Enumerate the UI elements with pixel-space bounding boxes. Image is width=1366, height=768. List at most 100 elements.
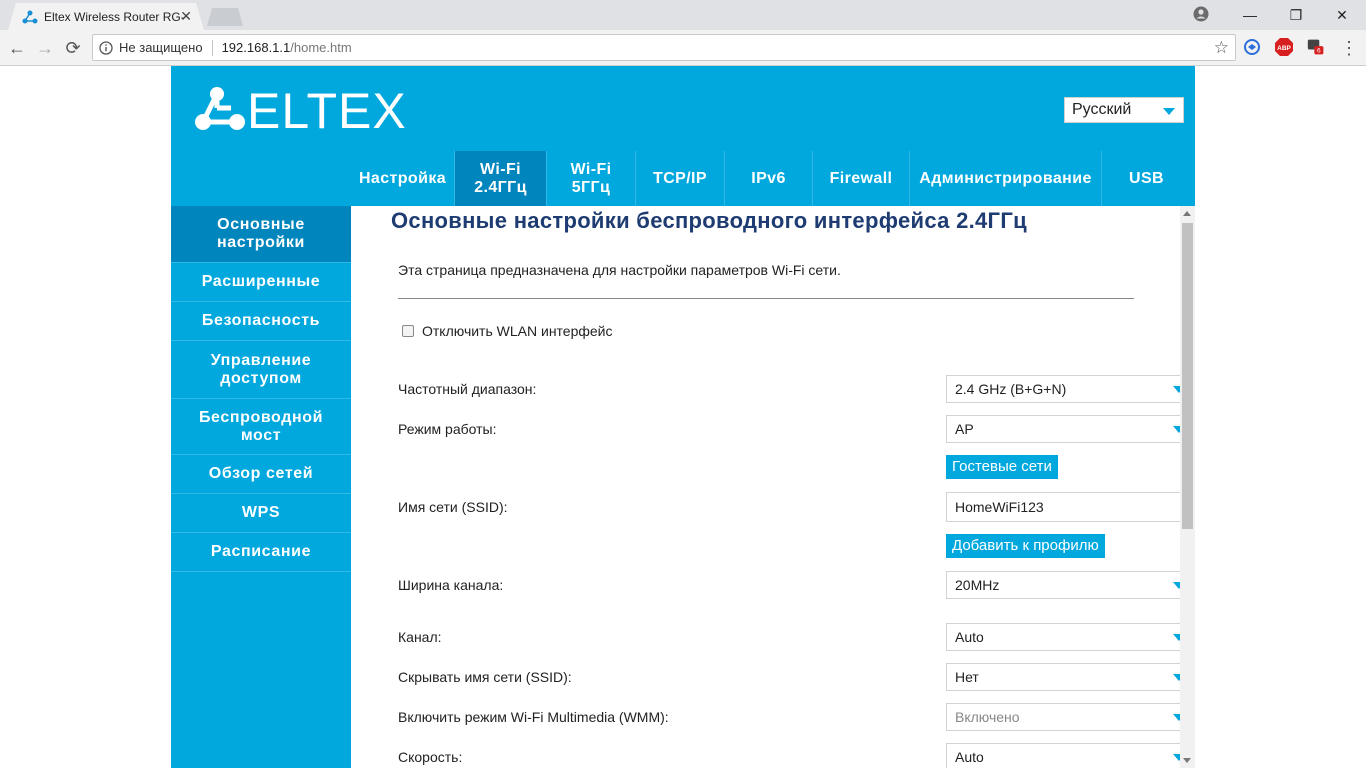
scroll-up-icon[interactable] (1183, 211, 1191, 216)
sidebar-item-wireless-bridge[interactable]: Беспроводной мост (171, 399, 351, 455)
top-navigation: Настройка Wi-Fi 2.4ГГц Wi-Fi 5ГГц TCP/IP… (351, 151, 1191, 206)
channel-width-value: 20MHz (955, 577, 1000, 593)
ssid-label: Имя сети (SSID): (398, 499, 508, 515)
browser-titlebar: Eltex Wireless Router RG- ✕ — ❐ ✕ (0, 0, 1366, 30)
ssid-input[interactable]: HomeWiFi123 (946, 492, 1180, 522)
mode-label: Режим работы: (398, 421, 497, 437)
tab-wifi-24[interactable]: Wi-Fi 2.4ГГц (455, 151, 547, 206)
tab-close-icon[interactable]: ✕ (180, 8, 192, 25)
language-select[interactable]: Русский (1064, 97, 1184, 123)
browser-tab[interactable]: Eltex Wireless Router RG- ✕ (8, 3, 204, 30)
new-tab-button[interactable] (207, 8, 243, 26)
sidebar-item-security[interactable]: Безопасность (171, 302, 351, 341)
sidebar-item-label: WPS (241, 504, 281, 521)
sidebar-item-label: Беспроводной мост (198, 408, 324, 444)
disable-wlan-label: Отключить WLAN интерфейс (422, 323, 613, 339)
extension-sync-icon[interactable] (1243, 38, 1261, 56)
logo-text: ELTEX (247, 84, 407, 136)
url-path: /home.htm (290, 40, 352, 55)
tab-nastroika[interactable]: Настройка (351, 151, 455, 206)
scrollbar-thumb[interactable] (1182, 223, 1193, 529)
mode-value: AP (955, 421, 974, 437)
tab-label: Wi-Fi 2.4ГГц (474, 160, 527, 196)
divider (398, 298, 1134, 299)
freq-band-value: 2.4 GHz (B+G+N) (955, 381, 1067, 397)
sidebar-item-basic[interactable]: Основные настройки (171, 206, 351, 263)
tab-label: USB (1129, 169, 1164, 187)
main-content: Основные настройки беспроводного интерфе… (351, 206, 1180, 768)
speed-select[interactable]: Auto (946, 743, 1180, 768)
language-value: Русский (1072, 101, 1132, 118)
tab-usb[interactable]: USB (1102, 151, 1191, 206)
chevron-down-icon (1173, 674, 1180, 681)
hide-ssid-value: Нет (955, 669, 979, 685)
disable-wlan-checkbox[interactable] (402, 325, 414, 337)
sidebar-item-schedule[interactable]: Расписание (171, 533, 351, 572)
tab-administration[interactable]: Администрирование (910, 151, 1102, 206)
page-title: Основные настройки беспроводного интерфе… (391, 208, 1027, 233)
content-scrollbar[interactable] (1180, 206, 1195, 768)
wmm-label: Включить режим Wi-Fi Multimedia (WMM): (398, 709, 669, 725)
address-bar[interactable]: Не защищено 192.168.1.1/home.htm ☆ (92, 34, 1236, 61)
extension-badge-icon[interactable]: 6 (1307, 38, 1325, 56)
tab-label: Администрирование (919, 169, 1092, 187)
url-host: 192.168.1.1 (221, 40, 291, 55)
page-header: ELTEX Русский Настройка Wi-Fi 2.4ГГц Wi-… (171, 66, 1195, 206)
omnibox-separator (211, 39, 213, 56)
sidebar-item-label: Расписание (210, 543, 312, 560)
freq-band-select[interactable]: 2.4 GHz (B+G+N) (946, 375, 1180, 403)
wmm-select[interactable]: Включено (946, 703, 1180, 731)
chevron-down-icon (1163, 108, 1175, 115)
channel-select[interactable]: Auto (946, 623, 1180, 651)
sidebar: Основные настройки Расширенные Безопасно… (171, 206, 351, 768)
info-icon[interactable] (99, 40, 113, 55)
sidebar-item-label: Основные настройки (217, 216, 305, 251)
sidebar-item-label: Обзор сетей (208, 465, 314, 482)
profile-icon[interactable] (1193, 6, 1209, 22)
wmm-value: Включено (955, 709, 1020, 725)
speed-label: Скорость: (398, 749, 463, 765)
eltex-favicon-icon (22, 9, 38, 25)
channel-value: Auto (955, 629, 984, 645)
hide-ssid-select[interactable]: Нет (946, 663, 1180, 691)
channel-width-label: Ширина канала: (398, 577, 504, 593)
browser-toolbar: ← → ⟳ Не защищено 192.168.1.1/home.htm ☆… (0, 30, 1366, 66)
channel-width-select[interactable]: 20MHz (946, 571, 1180, 599)
sidebar-item-advanced[interactable]: Расширенные (171, 263, 351, 302)
adblock-icon[interactable]: ABP (1275, 38, 1293, 56)
tab-firewall[interactable]: Firewall (813, 151, 910, 206)
chevron-down-icon (1173, 426, 1180, 433)
close-window-button[interactable]: ✕ (1320, 0, 1364, 30)
eltex-logo-icon: ELTEX (195, 83, 407, 139)
router-page: ELTEX Русский Настройка Wi-Fi 2.4ГГц Wi-… (171, 66, 1195, 768)
browser-menu-icon[interactable]: ⋮ (1338, 37, 1360, 59)
guest-networks-button[interactable]: Гостевые сети (946, 455, 1058, 479)
sidebar-item-label: Расширенные (201, 273, 321, 290)
minimize-button[interactable]: — (1228, 0, 1272, 30)
scroll-down-icon[interactable] (1183, 758, 1191, 763)
chevron-down-icon (1173, 714, 1180, 721)
sidebar-item-site-survey[interactable]: Обзор сетей (171, 455, 351, 494)
add-to-profile-button[interactable]: Добавить к профилю (946, 534, 1105, 558)
back-button[interactable]: ← (6, 37, 28, 59)
sidebar-item-label: Безопасность (201, 312, 321, 329)
chevron-down-icon (1173, 386, 1180, 393)
tab-wifi-5[interactable]: Wi-Fi 5ГГц (547, 151, 636, 206)
chevron-down-icon (1173, 582, 1180, 589)
sidebar-item-access-control[interactable]: Управление доступом (171, 341, 351, 399)
freq-band-label: Частотный диапазон: (398, 381, 537, 397)
tab-ipv6[interactable]: IPv6 (725, 151, 813, 206)
page-description: Эта страница предназначена для настройки… (398, 262, 841, 278)
reload-button[interactable]: ⟳ (62, 37, 84, 59)
tab-label: IPv6 (751, 169, 786, 187)
eltex-logo: ELTEX (191, 83, 431, 141)
bookmark-star-icon[interactable]: ☆ (1214, 38, 1229, 58)
tab-tcpip[interactable]: TCP/IP (636, 151, 725, 206)
forward-button[interactable]: → (34, 37, 56, 59)
sidebar-item-wps[interactable]: WPS (171, 494, 351, 533)
mode-select[interactable]: AP (946, 415, 1180, 443)
extension-badge-count: 6 (1317, 48, 1321, 55)
tab-title: Eltex Wireless Router RG- (44, 9, 184, 24)
hide-ssid-label: Скрывать имя сети (SSID): (398, 669, 572, 685)
restore-button[interactable]: ❐ (1274, 0, 1318, 30)
